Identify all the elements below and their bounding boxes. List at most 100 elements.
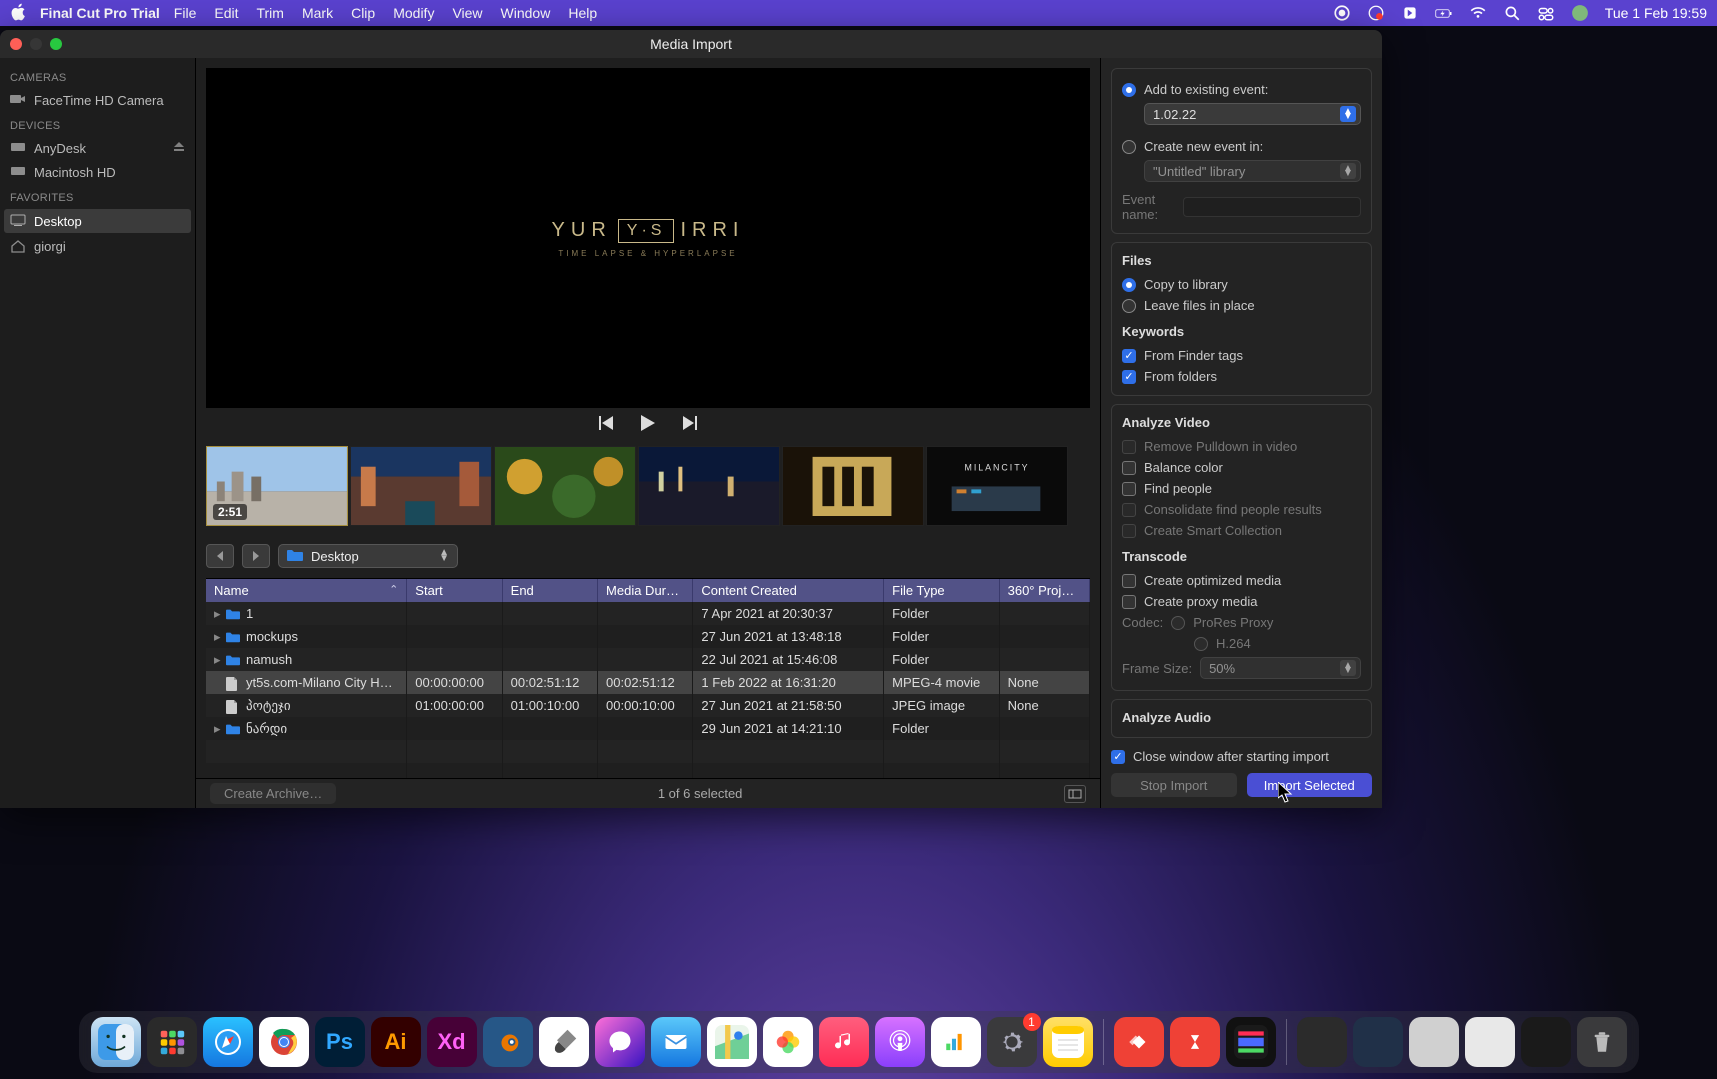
path-back-button[interactable]	[206, 544, 234, 568]
check-close-window[interactable]: ✓	[1111, 750, 1125, 764]
eject-icon[interactable]	[173, 141, 185, 156]
status-icon-1[interactable]	[1367, 4, 1385, 22]
column-header[interactable]: Content Created	[693, 579, 884, 602]
battery-icon[interactable]	[1435, 4, 1453, 22]
preview-viewer[interactable]: YUR Y·S IRRI TIME LAPSE & HYPERLAPSE	[206, 68, 1090, 408]
screen-record-icon[interactable]	[1333, 4, 1351, 22]
dock-minimized-window-5[interactable]	[1521, 1017, 1571, 1067]
dock-photos[interactable]	[763, 1017, 813, 1067]
dock-settings[interactable]: 1	[987, 1017, 1037, 1067]
table-row[interactable]: yt5s.com-Milano City Hy…00:00:00:0000:02…	[206, 671, 1090, 694]
filmstrip[interactable]: 2:51 MILANCITY	[206, 446, 1090, 528]
column-header[interactable]: Media Durati…	[598, 579, 693, 602]
dock-numbers[interactable]	[931, 1017, 981, 1067]
menu-view[interactable]: View	[452, 5, 482, 21]
column-header[interactable]: End	[502, 579, 597, 602]
dock-finder[interactable]	[91, 1017, 141, 1067]
radio-copy-to-library[interactable]	[1122, 278, 1136, 292]
filmstrip-thumb[interactable]	[782, 446, 924, 526]
window-minimize-button[interactable]	[30, 38, 42, 50]
table-row[interactable]: პოტეჯი01:00:00:0001:00:10:0000:00:10:002…	[206, 694, 1090, 717]
dock-podcasts[interactable]	[875, 1017, 925, 1067]
status-icon-2[interactable]	[1401, 4, 1419, 22]
spotlight-icon[interactable]	[1503, 4, 1521, 22]
disclosure-triangle-icon[interactable]: ▸	[214, 721, 224, 737]
dock-notes[interactable]	[1043, 1017, 1093, 1067]
dock-launchpad[interactable]	[147, 1017, 197, 1067]
app-name-menu[interactable]: Final Cut Pro Trial	[40, 5, 160, 21]
existing-event-select[interactable]: 1.02.22 ▲▼	[1144, 103, 1361, 125]
dock-safari[interactable]	[203, 1017, 253, 1067]
menu-edit[interactable]: Edit	[214, 5, 238, 21]
next-clip-button[interactable]	[681, 416, 697, 435]
check-find-people[interactable]	[1122, 482, 1136, 496]
radio-leave-in-place[interactable]	[1122, 299, 1136, 313]
menu-modify[interactable]: Modify	[393, 5, 434, 21]
import-selected-button[interactable]: Import Selected	[1247, 773, 1373, 797]
menu-trim[interactable]: Trim	[256, 5, 283, 21]
table-row[interactable]: ▸ნარდი29 Jun 2021 at 14:21:10Folder	[206, 717, 1090, 740]
menu-help[interactable]: Help	[568, 5, 597, 21]
table-row[interactable]: ▸namush22 Jul 2021 at 15:46:08Folder	[206, 648, 1090, 671]
dock-trash[interactable]	[1577, 1017, 1627, 1067]
check-optimized-media[interactable]	[1122, 574, 1136, 588]
disclosure-triangle-icon[interactable]: ▸	[214, 652, 224, 668]
menu-file[interactable]: File	[174, 5, 197, 21]
create-new-event-row[interactable]: Create new event in:	[1122, 136, 1361, 157]
filmstrip-thumb[interactable]	[350, 446, 492, 526]
sidebar-item-facetime-camera[interactable]: FaceTime HD Camera	[0, 88, 195, 112]
path-forward-button[interactable]	[242, 544, 270, 568]
table-row[interactable]: ▸mockups27 Jun 2021 at 13:48:18Folder	[206, 625, 1090, 648]
filmstrip-thumb[interactable]	[638, 446, 780, 526]
dock-anydesk[interactable]	[1114, 1017, 1164, 1067]
column-header[interactable]: Start	[407, 579, 502, 602]
filmstrip-thumb[interactable]: MILANCITY	[926, 446, 1068, 526]
apple-menu-icon[interactable]	[10, 3, 28, 24]
dock-xd[interactable]: Xd	[427, 1017, 477, 1067]
user-icon[interactable]	[1571, 4, 1589, 22]
dock-minimized-window-2[interactable]	[1353, 1017, 1403, 1067]
dock-minimized-window-1[interactable]	[1297, 1017, 1347, 1067]
view-mode-button[interactable]	[1064, 785, 1086, 803]
check-finder-tags[interactable]: ✓	[1122, 349, 1136, 363]
sidebar-item-home[interactable]: giorgi	[0, 234, 195, 258]
dock-messenger[interactable]	[595, 1017, 645, 1067]
dock-blender[interactable]	[483, 1017, 533, 1067]
sidebar-item-anydesk[interactable]: AnyDesk	[0, 136, 195, 160]
menu-window[interactable]: Window	[501, 5, 551, 21]
dock-minimized-window-4[interactable]	[1465, 1017, 1515, 1067]
table-row[interactable]: ▸17 Apr 2021 at 20:30:37Folder	[206, 602, 1090, 625]
create-archive-button[interactable]: Create Archive…	[210, 783, 336, 804]
play-button[interactable]	[641, 415, 655, 436]
prev-clip-button[interactable]	[599, 416, 615, 435]
disclosure-triangle-icon[interactable]: ▸	[214, 629, 224, 645]
menubar-datetime[interactable]: Tue 1 Feb 19:59	[1605, 5, 1707, 21]
control-center-icon[interactable]	[1537, 4, 1555, 22]
column-header[interactable]: File Type	[884, 579, 999, 602]
window-close-button[interactable]	[10, 38, 22, 50]
path-location-select[interactable]: Desktop ▲▼	[278, 544, 458, 568]
radio-add-existing[interactable]	[1122, 83, 1136, 97]
wifi-icon[interactable]	[1469, 4, 1487, 22]
column-header[interactable]: 360° Projection	[999, 579, 1089, 602]
dock-music[interactable]	[819, 1017, 869, 1067]
dock-chrome[interactable]	[259, 1017, 309, 1067]
sidebar-item-desktop[interactable]: Desktop	[4, 209, 191, 233]
column-header[interactable]: Name	[206, 579, 407, 602]
radio-create-new[interactable]	[1122, 140, 1136, 154]
check-balance-color[interactable]	[1122, 461, 1136, 475]
window-titlebar[interactable]: Media Import	[0, 30, 1382, 58]
menu-clip[interactable]: Clip	[351, 5, 375, 21]
dock-mail[interactable]	[651, 1017, 701, 1067]
add-to-existing-event-row[interactable]: Add to existing event:	[1122, 79, 1361, 100]
dock-minimized-window-3[interactable]	[1409, 1017, 1459, 1067]
filmstrip-thumb[interactable]: 2:51	[206, 446, 348, 526]
check-from-folders[interactable]: ✓	[1122, 370, 1136, 384]
disclosure-triangle-icon[interactable]: ▸	[214, 606, 224, 622]
check-proxy-media[interactable]	[1122, 595, 1136, 609]
dock-app-red[interactable]	[1170, 1017, 1220, 1067]
window-zoom-button[interactable]	[50, 38, 62, 50]
dock-finalcutpro[interactable]	[1226, 1017, 1276, 1067]
dock-illustrator[interactable]: Ai	[371, 1017, 421, 1067]
filmstrip-thumb[interactable]	[494, 446, 636, 526]
